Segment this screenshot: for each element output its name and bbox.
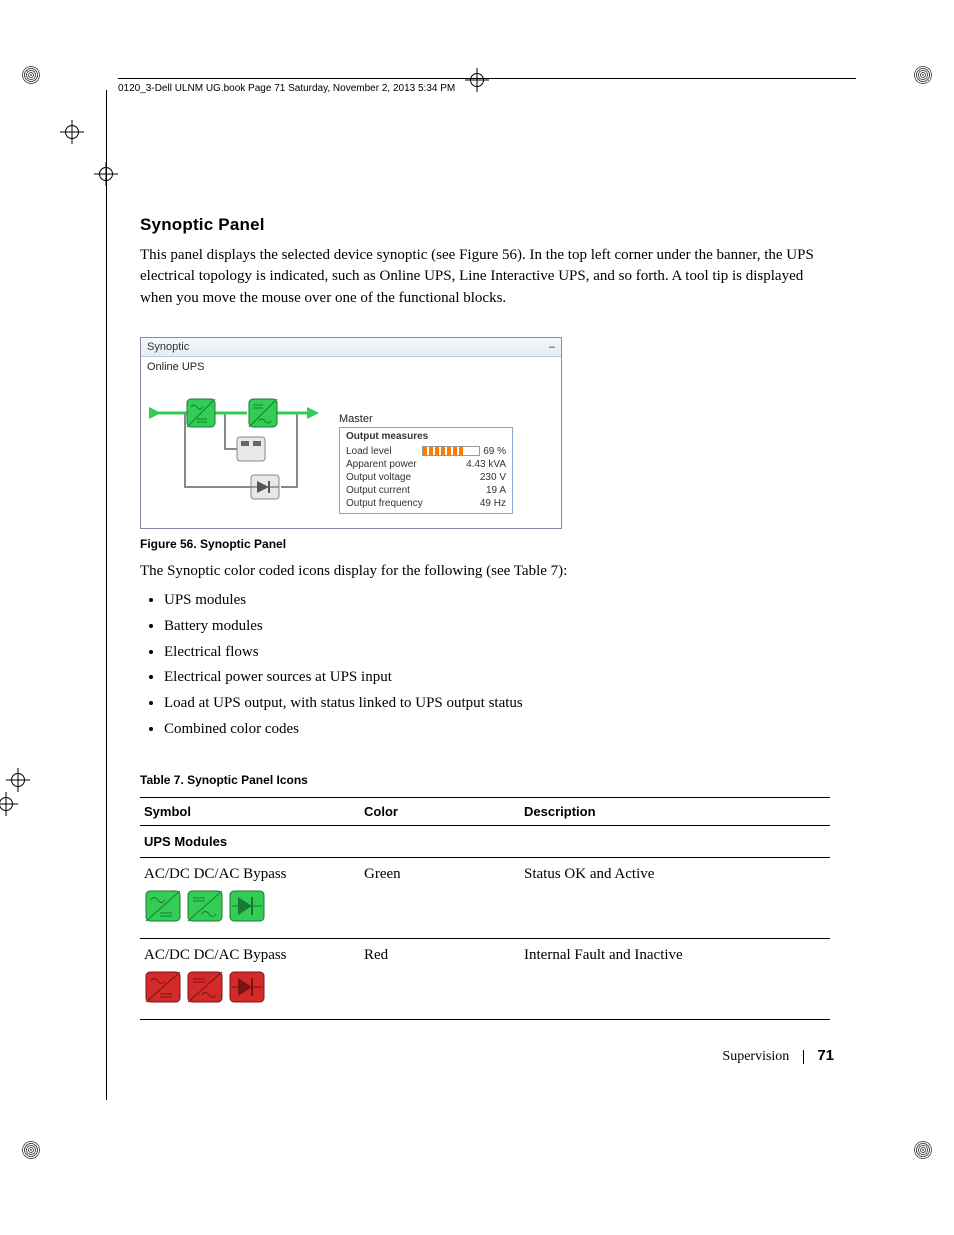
figure-56: Synoptic – Online UPS [140, 337, 830, 551]
topology-label: Online UPS [147, 361, 555, 373]
page-content: Synoptic Panel This panel displays the s… [140, 215, 830, 1020]
after-figure-text: The Synoptic color coded icons display f… [140, 561, 830, 582]
table-row: AC/DC DC/AC Bypass Red Internal Fault an… [140, 938, 830, 1019]
tip-label: Output current [346, 485, 410, 496]
acdc-icon [187, 399, 215, 427]
chapter-name: Supervision [722, 1049, 789, 1064]
load-bar-icon [422, 446, 480, 456]
section-intro: This panel displays the selected device … [140, 245, 830, 309]
list-item: Electrical flows [164, 642, 830, 664]
panel-title-text: Synoptic [147, 341, 189, 353]
icons-table: Symbol Color Description UPS Modules AC/… [140, 797, 830, 1020]
symbol-icons-red [144, 970, 356, 1011]
list-item: Battery modules [164, 616, 830, 638]
tip-label: Output frequency [346, 498, 423, 509]
output-tooltip: Output measures Load level 69 % Apparent… [339, 427, 513, 514]
page-number: 71 [817, 1047, 834, 1064]
topology-diagram [147, 379, 347, 509]
symbol-icons-green [144, 889, 356, 930]
tip-value: 4.43 kVA [466, 459, 506, 470]
tip-value: 230 V [480, 472, 506, 483]
tip-label: Output voltage [346, 472, 411, 483]
dcac-icon [249, 399, 277, 427]
list-item: Combined color codes [164, 719, 830, 741]
symbol-text: AC/DC DC/AC Bypass [144, 947, 356, 964]
list-item: Electrical power sources at UPS input [164, 667, 830, 689]
symbol-text: AC/DC DC/AC Bypass [144, 866, 356, 883]
col-color: Color [360, 797, 520, 825]
section-title: Synoptic Panel [140, 215, 830, 235]
col-desc: Description [520, 797, 830, 825]
color-cell: Green [360, 857, 520, 938]
synoptic-panel: Synoptic – Online UPS [140, 337, 562, 529]
tip-value: 69 % [483, 446, 506, 457]
tip-value: 19 A [486, 485, 506, 496]
bullet-list: UPS modules Battery modules Electrical f… [164, 590, 830, 741]
tip-label: Apparent power [346, 459, 417, 470]
collapse-icon[interactable]: – [549, 341, 555, 353]
master-label: Master [339, 413, 513, 425]
desc-cell: Internal Fault and Inactive [520, 938, 830, 1019]
figure-caption: Figure 56. Synoptic Panel [140, 537, 830, 551]
desc-cell: Status OK and Active [520, 857, 830, 938]
battery-icon [237, 437, 265, 461]
header-running-line: 0120_3-Dell ULNM UG.book Page 71 Saturda… [118, 83, 455, 94]
sub-header: UPS Modules [140, 825, 830, 857]
table-caption: Table 7. Synoptic Panel Icons [140, 773, 830, 787]
tip-value: 49 Hz [480, 498, 506, 509]
table-row: AC/DC DC/AC Bypass Green Status OK and A… [140, 857, 830, 938]
tip-label: Load level [346, 446, 392, 457]
page-footer: Supervision 71 [722, 1047, 834, 1065]
col-symbol: Symbol [140, 797, 360, 825]
tooltip-title: Output measures [340, 428, 512, 445]
color-cell: Red [360, 938, 520, 1019]
bypass-icon [251, 475, 279, 499]
list-item: Load at UPS output, with status linked t… [164, 693, 830, 715]
list-item: UPS modules [164, 590, 830, 612]
